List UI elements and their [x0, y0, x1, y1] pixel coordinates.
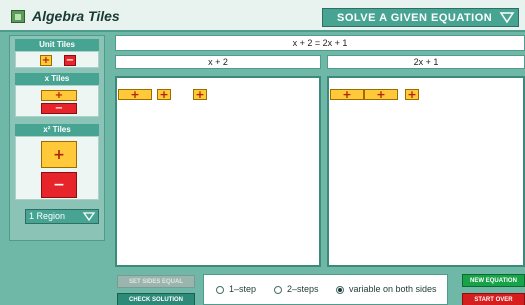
unit-tiles-heading: Unit Tiles [15, 39, 99, 51]
x-tiles-panel: + − [15, 85, 99, 117]
unit-tile-negative[interactable]: − [64, 55, 76, 66]
radio-two-steps[interactable] [274, 286, 282, 294]
mode-dropdown-value: SOLVE A GIVEN EQUATION [337, 12, 493, 24]
unit-tile-positive[interactable]: + [405, 89, 419, 100]
unit-tile-positive[interactable]: + [157, 89, 171, 100]
x2-tile-negative[interactable]: − [41, 172, 77, 198]
x-tiles-heading: x Tiles [15, 73, 99, 85]
x-tile-positive[interactable]: + [330, 89, 364, 100]
title-bar: Algebra Tiles SOLVE A GIVEN EQUATION [0, 0, 525, 32]
start-over-button[interactable]: START OVER [462, 293, 525, 305]
x2-tiles-panel: + − [15, 136, 99, 200]
radio-one-step-label: 1–step [229, 284, 257, 294]
left-side-expression: x + 2 [115, 55, 321, 69]
x-tile-positive[interactable]: + [364, 89, 398, 100]
new-equation-button[interactable]: NEW EQUATION [462, 274, 525, 287]
chevron-down-icon [499, 12, 515, 24]
equation-display: x + 2 = 2x + 1 [115, 35, 525, 51]
left-workspace[interactable]: + + + [115, 76, 321, 267]
app-icon [11, 10, 25, 23]
x-tile-positive[interactable]: + [41, 90, 77, 101]
app-title: Algebra Tiles [32, 8, 120, 24]
x-tile-positive[interactable]: + [118, 89, 152, 100]
x-tile-negative[interactable]: − [41, 103, 77, 114]
radio-variable-both-sides-label: variable on both sides [349, 284, 437, 294]
region-dropdown[interactable]: 1 Region [25, 209, 99, 224]
region-dropdown-value: 1 Region [29, 211, 66, 221]
x2-tile-positive[interactable]: + [41, 141, 77, 168]
radio-variable-both-sides[interactable] [336, 286, 344, 294]
mode-dropdown[interactable]: SOLVE A GIVEN EQUATION [322, 8, 519, 27]
right-side-expression: 2x + 1 [327, 55, 525, 69]
set-sides-equal-button[interactable]: SET SIDES EQUAL [117, 275, 195, 288]
x2-tiles-heading: x² Tiles [15, 124, 99, 136]
radio-two-steps-label: 2–steps [287, 284, 319, 294]
chevron-down-icon [82, 212, 96, 222]
check-solution-button[interactable]: CHECK SOLUTION [117, 293, 195, 305]
unit-tiles-panel: + − [15, 51, 99, 68]
radio-one-step[interactable] [216, 286, 224, 294]
unit-tile-positive[interactable]: + [40, 55, 52, 66]
right-workspace[interactable]: + + + [327, 76, 525, 267]
unit-tile-positive[interactable]: + [193, 89, 207, 100]
step-options-bar: 1–step 2–steps variable on both sides [203, 274, 448, 305]
